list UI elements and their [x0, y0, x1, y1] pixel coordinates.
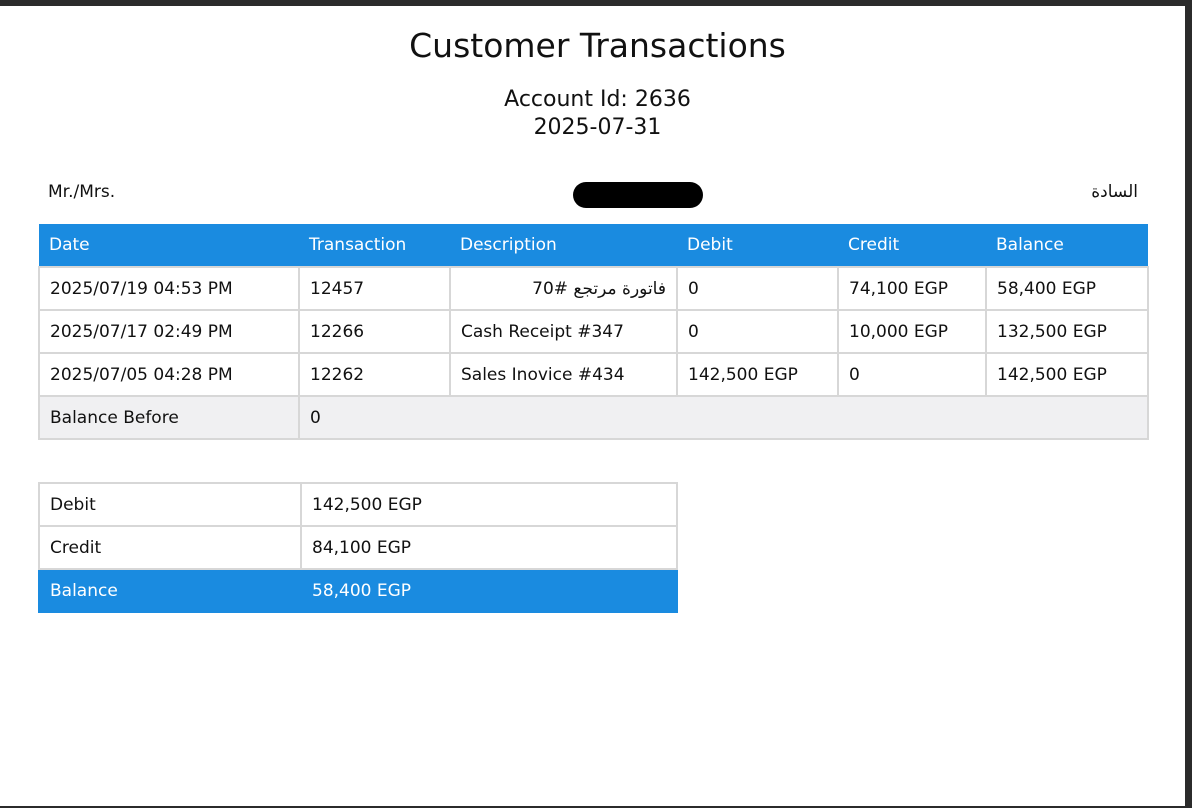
- cell-credit: 74,100 EGP: [837, 266, 987, 311]
- balance-before-label: Balance Before: [38, 395, 300, 440]
- cell-balance: 132,500 EGP: [985, 309, 1149, 354]
- summary-balance-label: Balance: [38, 568, 302, 613]
- transactions-table: Date Transaction Description Debit Credi…: [38, 224, 1149, 440]
- cell-credit: 10,000 EGP: [837, 309, 987, 354]
- page-title: Customer Transactions: [409, 26, 786, 65]
- redacted-customer-name: [573, 182, 703, 208]
- cell-transaction: 12457: [298, 266, 451, 311]
- table-row: 2025/07/19 04:53 PM 12457 فاتورة مرتجع #…: [38, 266, 1149, 311]
- summary-debit-row: Debit 142,500 EGP: [38, 482, 678, 527]
- account-info: Account Id: 2636 2025-07-31: [0, 86, 1192, 142]
- summary-balance-row: Balance 58,400 EGP: [38, 568, 678, 613]
- cell-date: 2025/07/05 04:28 PM: [38, 352, 300, 397]
- header-description: Description: [450, 224, 677, 267]
- customer-row: Mr./Mrs. السادة: [48, 182, 1138, 212]
- cell-transaction: 12266: [298, 309, 451, 354]
- balance-before-row: Balance Before 0: [38, 395, 1149, 440]
- cell-balance: 142,500 EGP: [985, 352, 1149, 397]
- header-date: Date: [39, 224, 299, 267]
- cell-description: فاتورة مرتجع #70: [449, 266, 678, 311]
- report-page: Customer Transactions Account Id: 2636 2…: [0, 6, 1185, 806]
- summary-credit-label: Credit: [38, 525, 302, 570]
- cell-description: Cash Receipt #347: [449, 309, 678, 354]
- summary-credit-row: Credit 84,100 EGP: [38, 525, 678, 570]
- header-debit: Debit: [677, 224, 838, 267]
- cell-description: Sales Inovice #434: [449, 352, 678, 397]
- cell-date: 2025/07/19 04:53 PM: [38, 266, 300, 311]
- customer-label-ar: السادة: [1091, 182, 1138, 202]
- cell-date: 2025/07/17 02:49 PM: [38, 309, 300, 354]
- cell-credit: 0: [837, 352, 987, 397]
- table-row: 2025/07/17 02:49 PM 12266 Cash Receipt #…: [38, 309, 1149, 354]
- table-row: 2025/07/05 04:28 PM 12262 Sales Inovice …: [38, 352, 1149, 397]
- summary-debit-value: 142,500 EGP: [300, 482, 678, 527]
- summary-credit-value: 84,100 EGP: [300, 525, 678, 570]
- cell-debit: 142,500 EGP: [676, 352, 839, 397]
- cell-transaction: 12262: [298, 352, 451, 397]
- header-credit: Credit: [838, 224, 986, 267]
- summary-debit-label: Debit: [38, 482, 302, 527]
- table-header-row: Date Transaction Description Debit Credi…: [39, 224, 1148, 267]
- report-date: 2025-07-31: [533, 115, 662, 140]
- customer-label-en: Mr./Mrs.: [48, 182, 116, 202]
- cell-debit: 0: [676, 309, 839, 354]
- summary-table: Debit 142,500 EGP Credit 84,100 EGP Bala…: [38, 482, 678, 613]
- summary-balance-value: 58,400 EGP: [300, 568, 678, 613]
- balance-before-value: 0: [298, 395, 1149, 440]
- header-transaction: Transaction: [299, 224, 450, 267]
- header-balance: Balance: [986, 224, 1148, 267]
- cell-debit: 0: [676, 266, 839, 311]
- account-id: Account Id: 2636: [504, 87, 691, 112]
- cell-balance: 58,400 EGP: [985, 266, 1149, 311]
